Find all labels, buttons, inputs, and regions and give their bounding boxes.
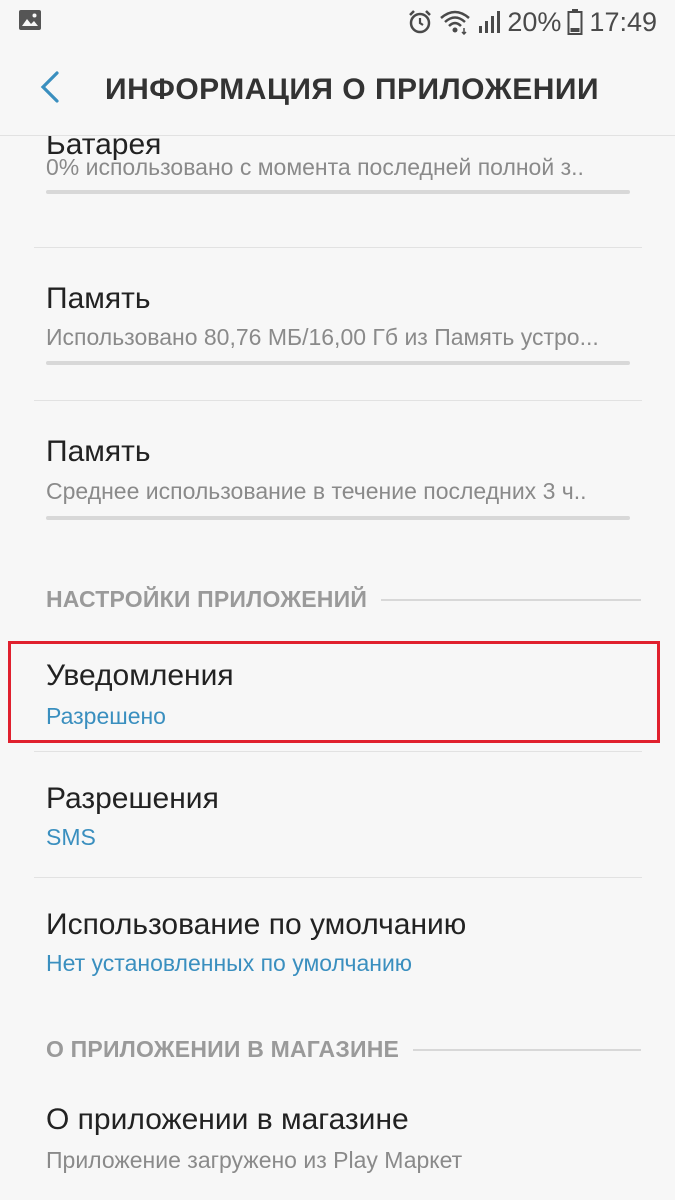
memory-subtitle: Среднее использование в течение последни… <box>46 478 587 504</box>
store-info-item[interactable]: О приложении в магазине Приложение загру… <box>34 1081 642 1200</box>
default-use-value: Нет установленных по умолчанию <box>46 950 413 976</box>
chevron-left-icon <box>39 70 61 109</box>
permissions-title: Разрешения <box>46 782 219 815</box>
page-title: ИНФОРМАЦИЯ О ПРИЛОЖЕНИИ <box>105 72 600 106</box>
highlight-box <box>8 641 660 743</box>
memory-usage-bar <box>46 516 630 520</box>
signal-icon <box>477 9 501 35</box>
storage-usage-bar <box>46 361 630 365</box>
battery-item[interactable]: Батарея 0% использовано с момента послед… <box>34 136 642 246</box>
app-bar: ИНФОРМАЦИЯ О ПРИЛОЖЕНИИ <box>0 44 675 136</box>
back-button[interactable] <box>0 44 100 136</box>
memory-item[interactable]: Память Среднее использование в течение п… <box>34 401 642 553</box>
section-header-app-settings: НАСТРОЙКИ ПРИЛОЖЕНИЙ <box>46 586 641 613</box>
storage-title: Память <box>46 282 151 315</box>
section-header-store: О ПРИЛОЖЕНИИ В МАГАЗИНЕ <box>46 1036 641 1063</box>
section-label: НАСТРОЙКИ ПРИЛОЖЕНИЙ <box>46 586 368 612</box>
wifi-icon <box>439 9 471 35</box>
image-icon <box>18 8 42 37</box>
storage-subtitle: Использовано 80,76 МБ/16,00 Гб из Память… <box>46 324 599 350</box>
default-use-title: Использование по умолчанию <box>46 908 467 941</box>
memory-title: Память <box>46 435 151 468</box>
battery-percent: 20% <box>507 6 562 37</box>
store-info-subtitle: Приложение загружено из Play Маркет <box>46 1147 463 1173</box>
store-info-title: О приложении в магазине <box>46 1103 409 1136</box>
section-line <box>413 1048 641 1051</box>
battery-usage-bar <box>46 190 630 194</box>
battery-subtitle: 0% использовано с момента последней полн… <box>46 154 584 180</box>
section-label: О ПРИЛОЖЕНИИ В МАГАЗИНЕ <box>46 1036 400 1062</box>
storage-item[interactable]: Память Использовано 80,76 МБ/16,00 Гб из… <box>34 248 642 400</box>
clock: 17:49 <box>589 6 657 37</box>
section-line <box>381 598 641 601</box>
alarm-icon <box>407 9 433 35</box>
status-bar: 20% 17:49 <box>0 0 675 44</box>
permissions-item[interactable]: Разрешения SMS <box>34 752 642 876</box>
app-info-list: Батарея 0% использовано с момента послед… <box>0 136 675 1200</box>
battery-icon <box>567 8 583 36</box>
permissions-value: SMS <box>46 824 96 850</box>
default-use-item[interactable]: Использование по умолчанию Нет установле… <box>34 878 642 1008</box>
